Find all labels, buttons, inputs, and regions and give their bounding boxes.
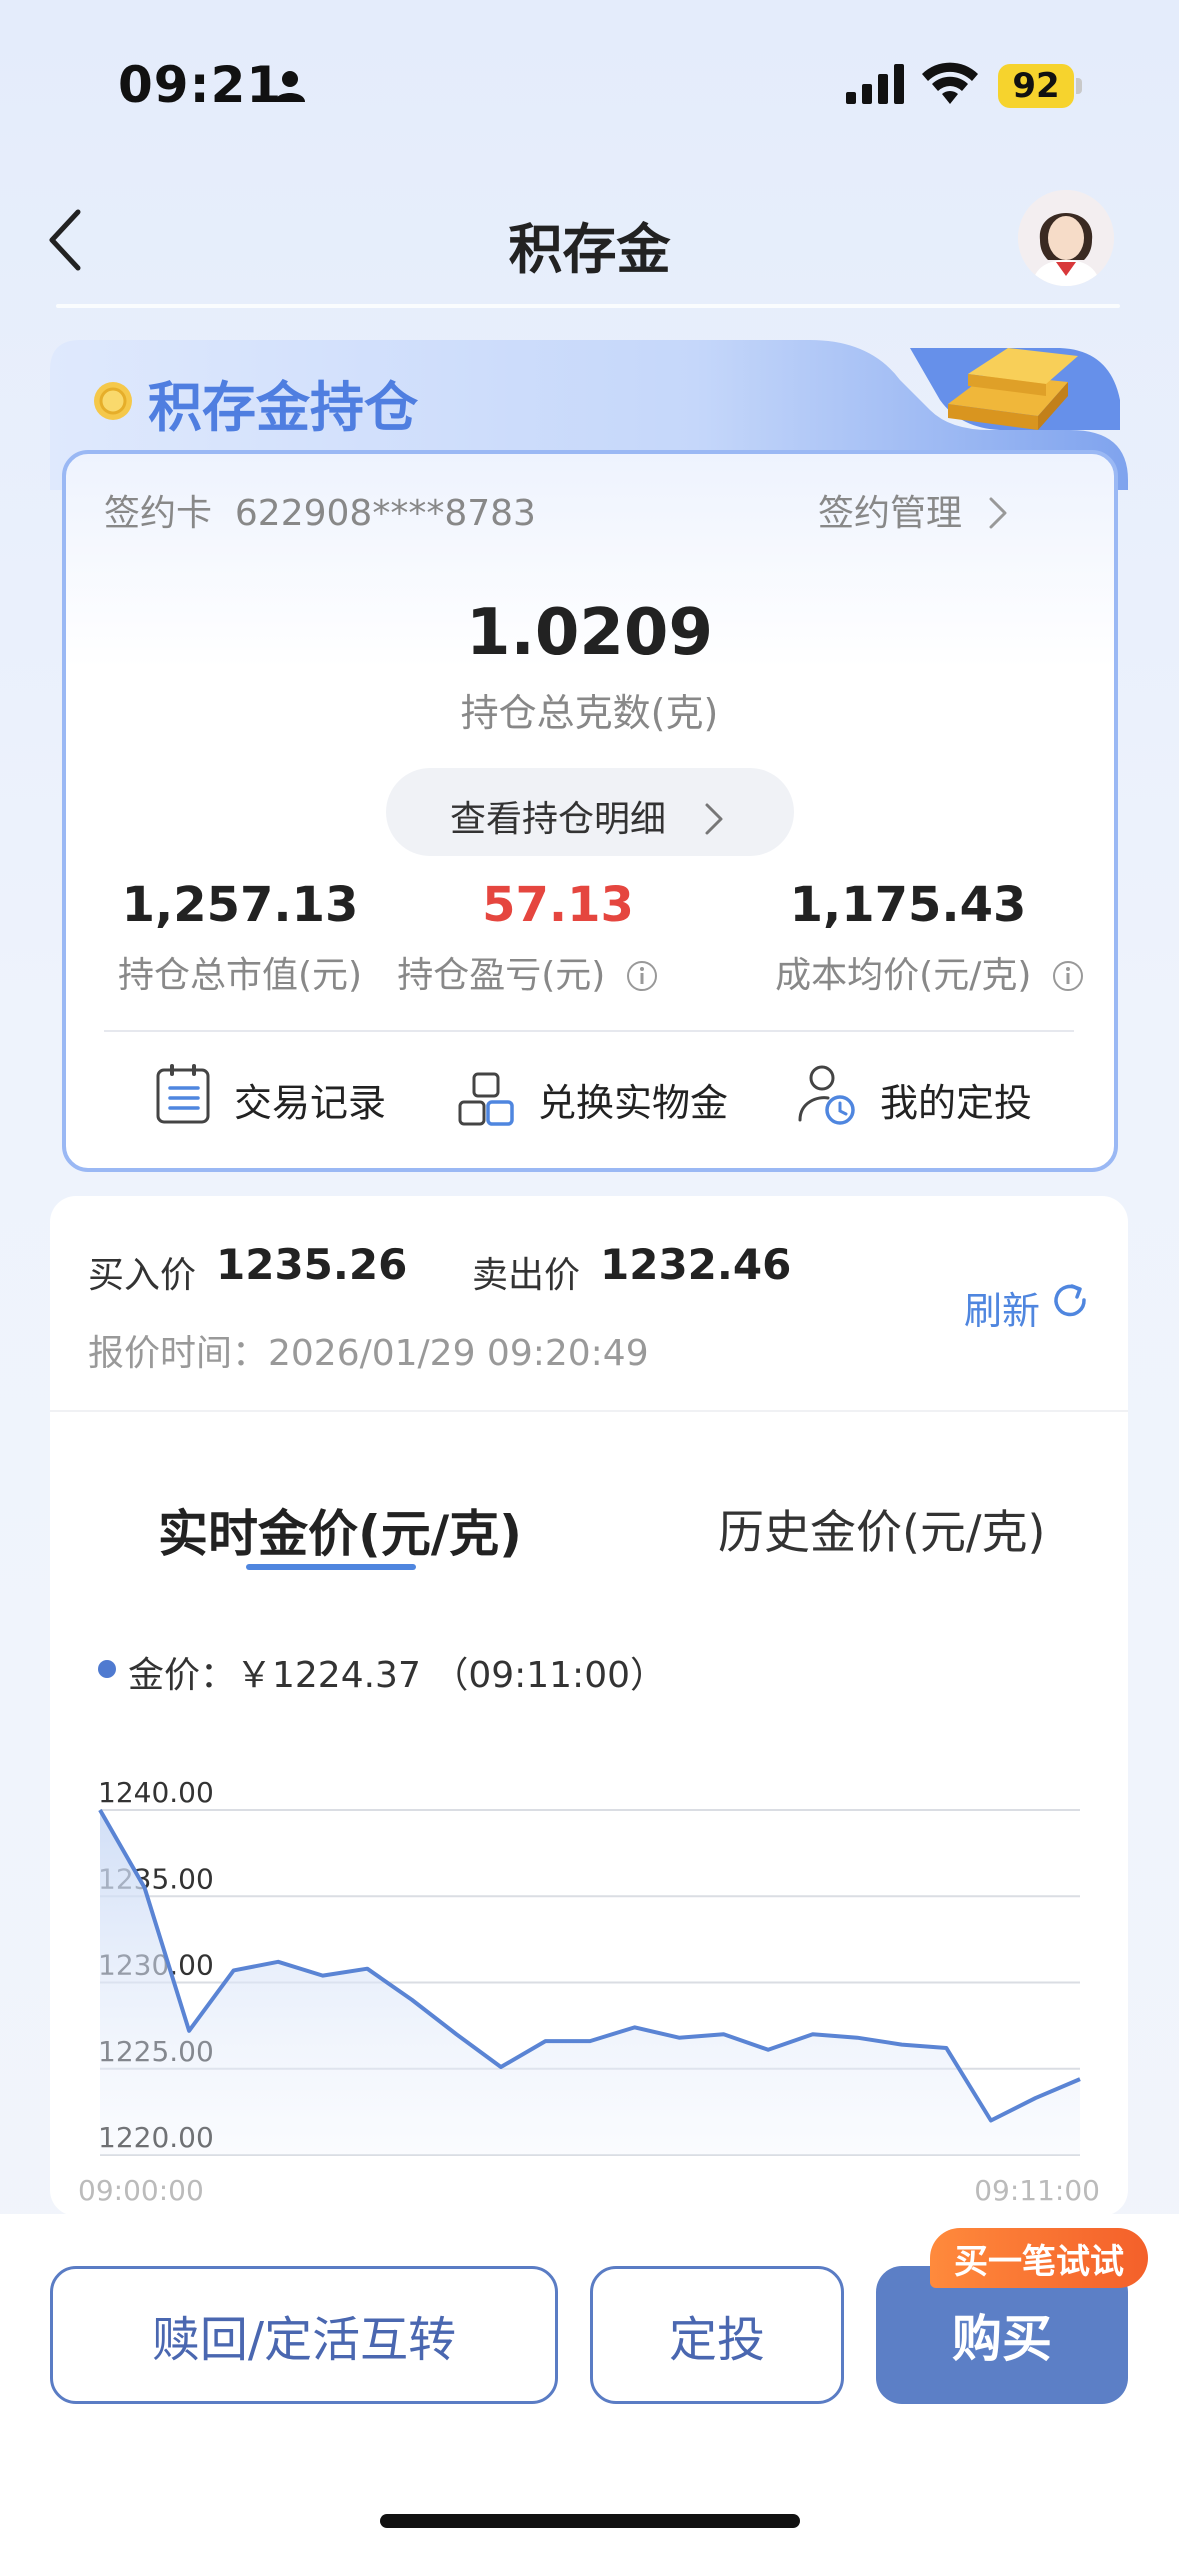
active-tab-indicator (246, 1564, 416, 1570)
legend-text: 金价：￥1224.37 （09:11:00） (128, 1655, 666, 1696)
signal-icon (846, 64, 904, 104)
buy-price-label: 买入价 (88, 1255, 197, 1296)
gold-bars-icon (948, 348, 1078, 430)
legend-dot (98, 1660, 116, 1678)
sell-price-label: 卖出价 (472, 1255, 581, 1296)
sell-price-value: 1232.46 (600, 1240, 792, 1289)
battery-icon (1076, 78, 1082, 94)
transaction-records-button[interactable]: 交易记录 (234, 1072, 386, 1127)
cost-average-label-text: 成本均价(元/克) (775, 955, 1032, 996)
signed-card-info: 签约卡 622908****8783 (104, 484, 536, 536)
y-tick-label: 1240.00 (98, 1776, 214, 1809)
chevron-right-icon (705, 803, 723, 835)
exchange-blocks-icon[interactable] (456, 1068, 516, 1132)
gold-coin-icon (94, 382, 132, 420)
info-icon[interactable] (1051, 959, 1085, 993)
avatar-icon (1018, 190, 1114, 286)
profit-loss-label: 持仓盈亏(元) (368, 946, 688, 998)
exchange-physical-gold-button[interactable]: 兑换实物金 (538, 1072, 728, 1127)
status-time: 09:21 (118, 56, 283, 114)
refresh-button[interactable]: 刷新 (964, 1280, 1040, 1335)
total-grams-label: 持仓总克数(克) (460, 691, 719, 735)
card-divider (104, 1030, 1074, 1032)
redeem-transfer-button[interactable]: 赎回/定活互转 (50, 2266, 558, 2404)
home-indicator[interactable] (380, 2514, 800, 2528)
user-clock-icon[interactable] (796, 1062, 856, 1126)
promo-badge: 买一笔试试 (930, 2228, 1148, 2288)
signing-management-link[interactable]: 签约管理 (818, 484, 1009, 536)
fixed-investment-button[interactable]: 定投 (590, 2266, 844, 2404)
assistant-avatar[interactable] (1018, 190, 1114, 286)
signed-card-number: 622908****8783 (234, 493, 536, 534)
info-icon[interactable] (625, 959, 659, 993)
tab-history-price[interactable]: 历史金价(元/克) (718, 1496, 1045, 1562)
price-panel-divider (50, 1410, 1128, 1412)
person-icon (275, 71, 305, 102)
market-value: 1,257.13 (121, 877, 359, 933)
market-value-label: 持仓总市值(元) (117, 955, 363, 996)
signing-management-label: 签约管理 (818, 493, 963, 534)
buy-price-value: 1235.26 (216, 1240, 408, 1289)
quote-time: 报价时间：2026/01/29 09:20:49 (88, 1333, 649, 1374)
gold-price-chart[interactable]: 1240.001235.001230.001225.001220.0009:00… (60, 1760, 1120, 2220)
page-title: 积存金 (508, 218, 671, 281)
x-end-label: 09:11:00 (974, 2174, 1100, 2207)
cost-average-value: 1,175.43 (789, 877, 1027, 933)
my-fixed-investment-button[interactable]: 我的定投 (880, 1072, 1032, 1127)
wifi-icon (922, 62, 978, 104)
total-grams-value: 1.0209 (466, 596, 713, 670)
tab-realtime-price[interactable]: 实时金价(元/克) (158, 1494, 522, 1566)
battery-level: 92 (998, 64, 1074, 108)
profit-loss-value: 57.13 (482, 877, 634, 933)
holdings-title: 积存金持仓 (148, 376, 418, 439)
refresh-icon[interactable] (1052, 1282, 1090, 1320)
x-start-label: 09:00:00 (78, 2174, 204, 2207)
profit-loss-label-text: 持仓盈亏(元) (397, 955, 606, 996)
document-list-icon[interactable] (154, 1062, 214, 1126)
cost-average-label: 成本均价(元/克) (740, 946, 1120, 998)
chevron-right-icon (989, 497, 1007, 529)
signed-card-label: 签约卡 (104, 493, 213, 534)
detail-button-text: 查看持仓明细 (450, 799, 667, 840)
nav-divider (56, 304, 1120, 308)
view-holding-detail-label[interactable]: 查看持仓明细 (450, 790, 725, 842)
